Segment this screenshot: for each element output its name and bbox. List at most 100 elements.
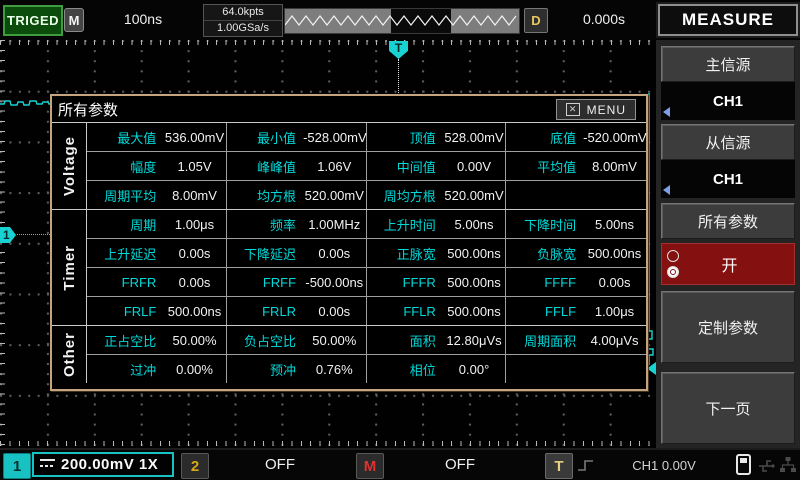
param-row: 过冲0.00%预冲0.76%相位0.00°	[87, 354, 646, 383]
all-params-on-toggle[interactable]: 开	[661, 243, 795, 285]
trigger-badge[interactable]: T	[545, 453, 573, 479]
graticule-ticks-left	[0, 40, 5, 446]
rising-edge-icon	[576, 457, 596, 474]
param-label: 频率	[227, 215, 303, 234]
channel1-marker[interactable]: 1	[0, 227, 16, 243]
channel2-badge[interactable]: 2	[181, 453, 209, 479]
param-label: 上升时间	[367, 215, 443, 234]
param-label: 底值	[506, 128, 583, 147]
param-value: 500.00ns	[443, 304, 505, 319]
more-indicator-icon	[663, 185, 670, 195]
param-value: 500.00ns	[583, 246, 646, 261]
delay-button[interactable]: D	[524, 8, 548, 33]
param-value: 536.00mV	[163, 130, 225, 145]
param-section-voltage: Voltage最大值536.00mV最小值-528.00mV顶值528.00mV…	[52, 122, 646, 209]
more-indicator-icon	[663, 107, 670, 117]
param-cell: 周期面积4.00μVs	[506, 326, 646, 354]
main-source-button[interactable]: 主信源	[661, 46, 795, 82]
param-value: 500.00ns	[163, 304, 225, 319]
param-label: 均方根	[227, 186, 303, 205]
channel2-status: OFF	[210, 456, 350, 473]
button-label: 定制参数	[698, 317, 758, 338]
value-label: CH1	[713, 93, 743, 110]
param-cell: 周期1.00μs	[87, 210, 227, 238]
acquisition-info-box: 64.0kpts 1.00GSa/s	[203, 4, 283, 37]
channel1-badge[interactable]: 1	[3, 453, 31, 479]
button-label: 所有参数	[698, 211, 758, 232]
trigger-position-line	[398, 59, 399, 95]
dialog-title: 所有参数	[58, 99, 118, 120]
param-cell: 频率1.00MHz	[227, 210, 367, 238]
param-value: 1.00MHz	[303, 217, 365, 232]
param-cell: FFFF0.00s	[506, 268, 646, 296]
waveform-preview[interactable]	[284, 8, 520, 34]
param-cell: 周期平均8.00mV	[87, 181, 227, 209]
dialog-titlebar: 所有参数 ✕ MENU	[52, 96, 646, 122]
param-label: 预冲	[227, 360, 303, 379]
dialog-menu-button[interactable]: ✕ MENU	[556, 99, 636, 120]
button-label: 下一页	[705, 398, 750, 419]
param-cell: FRLF500.00ns	[87, 297, 227, 325]
horizontal-menu-button[interactable]: M	[64, 8, 84, 32]
param-label: 周期	[87, 215, 163, 234]
param-cell: 最大值536.00mV	[87, 123, 227, 151]
section-label: Voltage	[52, 123, 87, 209]
param-cell: 幅度1.05V	[87, 152, 227, 180]
math-status: OFF	[385, 456, 535, 473]
param-label: 下降延迟	[227, 244, 303, 263]
param-label: FFLF	[506, 304, 583, 319]
param-section-other: Other正占空比50.00%负占空比50.00%面积12.80μVs周期面积4…	[52, 325, 646, 383]
param-label: 顶值	[367, 128, 443, 147]
channel1-level-line	[17, 234, 50, 235]
param-cell: 相位0.00°	[367, 355, 507, 383]
radio-label: 开	[679, 252, 780, 276]
channel1-scale-box[interactable]: 200.00mV 1X	[32, 452, 174, 477]
param-value: 0.00%	[163, 362, 225, 377]
param-value: 500.00ns	[443, 246, 505, 261]
param-cell: FRLR0.00s	[227, 297, 367, 325]
param-label: 平均值	[506, 157, 583, 176]
param-cell: 底值-520.00mV	[506, 123, 646, 151]
param-cell: 均方根520.00mV	[227, 181, 367, 209]
param-label: 面积	[367, 331, 443, 350]
param-cell: 顶值528.00mV	[367, 123, 507, 151]
all-params-button[interactable]: 所有参数	[661, 203, 795, 239]
trigger-level-icon[interactable]	[647, 362, 656, 375]
secondary-source-button[interactable]: 从信源	[661, 124, 795, 160]
param-value: 520.00mV	[303, 188, 365, 203]
trigger-position-marker[interactable]: T	[389, 41, 408, 59]
param-value: 0.00s	[163, 275, 225, 290]
param-value: 0.76%	[303, 362, 365, 377]
custom-params-button[interactable]: 定制参数	[661, 291, 795, 363]
param-cell: 中间值0.00V	[367, 152, 507, 180]
param-label: 周期平均	[87, 186, 163, 205]
param-cell: 正占空比50.00%	[87, 326, 227, 354]
math-badge[interactable]: M	[356, 453, 384, 479]
param-row: 上升延迟0.00s下降延迟0.00s正脉宽500.00ns负脉宽500.00ns	[87, 238, 646, 267]
param-cell: 峰峰值1.06V	[227, 152, 367, 180]
param-value: 50.00%	[163, 333, 225, 348]
param-cell: 负脉宽500.00ns	[506, 239, 646, 267]
secondary-source-value[interactable]: CH1	[661, 160, 795, 198]
param-label: 峰峰值	[227, 157, 303, 176]
main-source-value[interactable]: CH1	[661, 82, 795, 120]
button-label: 主信源	[705, 54, 750, 75]
memory-depth: 64.0kpts	[204, 5, 282, 21]
param-cell: 预冲0.76%	[227, 355, 367, 383]
preview-zigzag-icon	[285, 9, 519, 33]
param-section-timer: Timer周期1.00μs频率1.00MHz上升时间5.00ns下降时间5.00…	[52, 209, 646, 325]
param-cell: FFLF1.00μs	[506, 297, 646, 325]
param-cell: FFLR500.00ns	[367, 297, 507, 325]
param-label: 下降时间	[506, 215, 583, 234]
menu-button-label: MENU	[587, 103, 626, 117]
menu-close-icon: ✕	[566, 103, 580, 116]
param-label: 过冲	[87, 360, 163, 379]
sidebar: 主信源CH1从信源CH1所有参数开定制参数下一页	[656, 40, 800, 448]
param-cell: FFFR500.00ns	[367, 268, 507, 296]
param-cell	[506, 355, 646, 383]
next-page-button[interactable]: 下一页	[661, 372, 795, 444]
trigger-status-badge: TRIGED	[3, 5, 63, 36]
param-value: 0.00s	[583, 275, 646, 290]
param-value: 1.06V	[303, 159, 365, 174]
param-value: 8.00mV	[163, 188, 225, 203]
